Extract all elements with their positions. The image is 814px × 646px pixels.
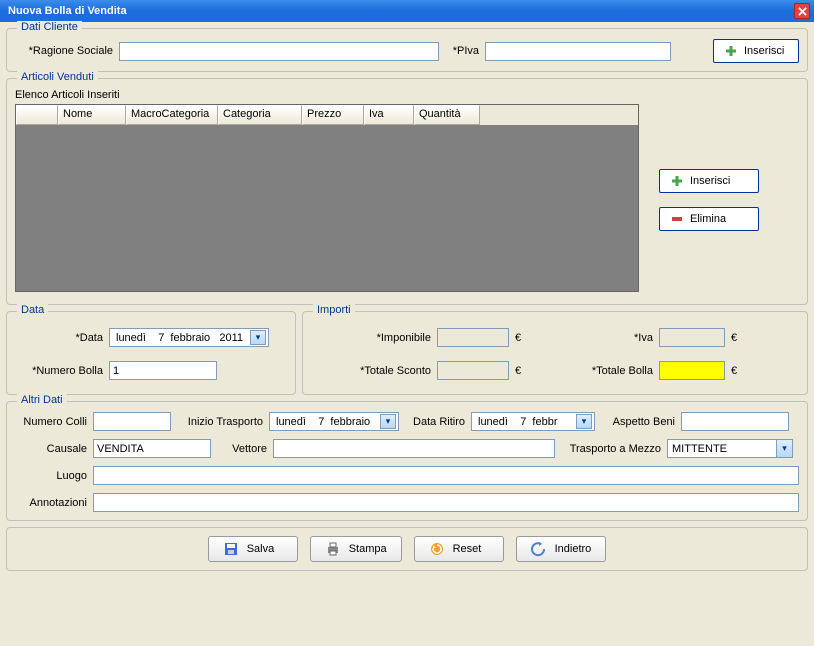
iva-label: *Iva xyxy=(535,332,653,344)
data-ritiro-label: Data Ritiro xyxy=(405,416,465,428)
inserisci-articolo-label: Inserisci xyxy=(690,175,730,187)
col-prezzo[interactable]: Prezzo xyxy=(302,105,364,125)
bottom-actions: Salva Stampa Reset Indietro xyxy=(6,527,808,571)
dati-cliente-legend: Dati Cliente xyxy=(17,21,82,33)
reset-icon xyxy=(429,541,445,557)
articoli-group: Articoli Venduti Elenco Articoli Inserit… xyxy=(6,78,808,305)
elimina-articolo-button[interactable]: Elimina xyxy=(659,207,759,231)
reset-button[interactable]: Reset xyxy=(414,536,504,562)
data-label: *Data xyxy=(15,332,103,344)
inserisci-cliente-button[interactable]: Inserisci xyxy=(713,39,799,63)
iva-input xyxy=(659,328,725,347)
print-icon xyxy=(325,541,341,557)
close-icon xyxy=(798,7,807,16)
reset-label: Reset xyxy=(453,543,482,555)
causale-label: Causale xyxy=(15,443,87,455)
vettore-label: Vettore xyxy=(217,443,267,455)
save-icon xyxy=(223,541,239,557)
inserisci-articolo-button[interactable]: Inserisci xyxy=(659,169,759,193)
imponibile-input xyxy=(437,328,509,347)
vettore-input[interactable] xyxy=(273,439,555,458)
totale-bolla-input xyxy=(659,361,725,380)
col-iva[interactable]: Iva xyxy=(364,105,414,125)
numero-bolla-label: *Numero Bolla xyxy=(15,365,103,377)
trasporto-mezzo-value: MITTENTE xyxy=(672,443,727,455)
chevron-down-icon[interactable]: ▾ xyxy=(380,414,396,429)
indietro-label: Indietro xyxy=(555,543,592,555)
totale-bolla-label: *Totale Bolla xyxy=(535,365,653,377)
col-categoria[interactable]: Categoria xyxy=(218,105,302,125)
altri-dati-legend: Altri Dati xyxy=(17,394,67,406)
inizio-trasporto-label: Inizio Trasporto xyxy=(177,416,263,428)
dati-cliente-group: Dati Cliente *Ragione Sociale *PIva Inse… xyxy=(6,28,808,72)
data-value: lunedì 7 febbraio 2011 xyxy=(116,332,243,344)
annotazioni-label: Annotazioni xyxy=(15,497,87,509)
indietro-button[interactable]: Indietro xyxy=(516,536,607,562)
close-button[interactable] xyxy=(794,3,810,19)
totale-sconto-input xyxy=(437,361,509,380)
inizio-trasporto-value: lunedì 7 febbraio xyxy=(276,416,370,428)
aspetto-beni-input[interactable] xyxy=(681,412,789,431)
ragione-sociale-input[interactable] xyxy=(119,42,439,61)
currency-label: € xyxy=(515,365,529,377)
plus-icon xyxy=(724,44,738,58)
annotazioni-input[interactable] xyxy=(93,493,799,512)
stampa-label: Stampa xyxy=(349,543,387,555)
imponibile-label: *Imponibile xyxy=(311,332,431,344)
importi-legend: Importi xyxy=(313,304,355,316)
salva-label: Salva xyxy=(247,543,275,555)
trasporto-mezzo-label: Trasporto a Mezzo xyxy=(561,443,661,455)
back-icon xyxy=(531,541,547,557)
numero-bolla-input[interactable] xyxy=(109,361,217,380)
col-blank[interactable] xyxy=(16,105,58,125)
col-quantita[interactable]: Quantità xyxy=(414,105,480,125)
totale-sconto-label: *Totale Sconto xyxy=(311,365,431,377)
altri-dati-group: Altri Dati Numero Colli Inizio Trasporto… xyxy=(6,401,808,521)
numero-colli-input[interactable] xyxy=(93,412,171,431)
luogo-label: Luogo xyxy=(15,470,87,482)
chevron-down-icon[interactable]: ▾ xyxy=(250,330,266,345)
importi-group: Importi *Imponibile € *Iva € *Totale Sco… xyxy=(302,311,808,395)
col-nome[interactable]: Nome xyxy=(58,105,126,125)
aspetto-beni-label: Aspetto Beni xyxy=(601,416,675,428)
chevron-down-icon[interactable]: ▾ xyxy=(576,414,592,429)
data-legend: Data xyxy=(17,304,48,316)
data-group: Data *Data lunedì 7 febbraio 2011 ▾ *Num… xyxy=(6,311,296,395)
inizio-trasporto-datepicker[interactable]: lunedì 7 febbraio ▾ xyxy=(269,412,399,431)
datagrid-header: Nome MacroCategoria Categoria Prezzo Iva… xyxy=(16,105,638,125)
minus-icon xyxy=(670,212,684,226)
stampa-button[interactable]: Stampa xyxy=(310,536,402,562)
inserisci-cliente-label: Inserisci xyxy=(744,45,784,57)
causale-input[interactable] xyxy=(93,439,211,458)
titlebar: Nuova Bolla di Vendita xyxy=(0,0,814,22)
data-datepicker[interactable]: lunedì 7 febbraio 2011 ▾ xyxy=(109,328,269,347)
plus-icon xyxy=(670,174,684,188)
data-ritiro-datepicker[interactable]: lunedì 7 febbr ▾ xyxy=(471,412,595,431)
col-macrocategoria[interactable]: MacroCategoria xyxy=(126,105,218,125)
currency-label: € xyxy=(515,332,529,344)
numero-colli-label: Numero Colli xyxy=(15,416,87,428)
luogo-input[interactable] xyxy=(93,466,799,485)
articoli-datagrid[interactable]: Nome MacroCategoria Categoria Prezzo Iva… xyxy=(15,104,639,292)
piva-input[interactable] xyxy=(485,42,671,61)
elimina-articolo-label: Elimina xyxy=(690,213,726,225)
ragione-sociale-label: *Ragione Sociale xyxy=(15,45,113,57)
trasporto-mezzo-combo[interactable]: MITTENTE ▾ xyxy=(667,439,793,458)
data-ritiro-value: lunedì 7 febbr xyxy=(478,416,558,428)
articoli-legend: Articoli Venduti xyxy=(17,71,98,83)
piva-label: *PIva xyxy=(445,45,479,57)
currency-label: € xyxy=(731,332,737,344)
currency-label: € xyxy=(731,365,737,377)
window-title: Nuova Bolla di Vendita xyxy=(8,5,127,17)
salva-button[interactable]: Salva xyxy=(208,536,298,562)
elenco-label: Elenco Articoli Inseriti xyxy=(15,89,639,101)
chevron-down-icon[interactable]: ▾ xyxy=(776,440,792,457)
